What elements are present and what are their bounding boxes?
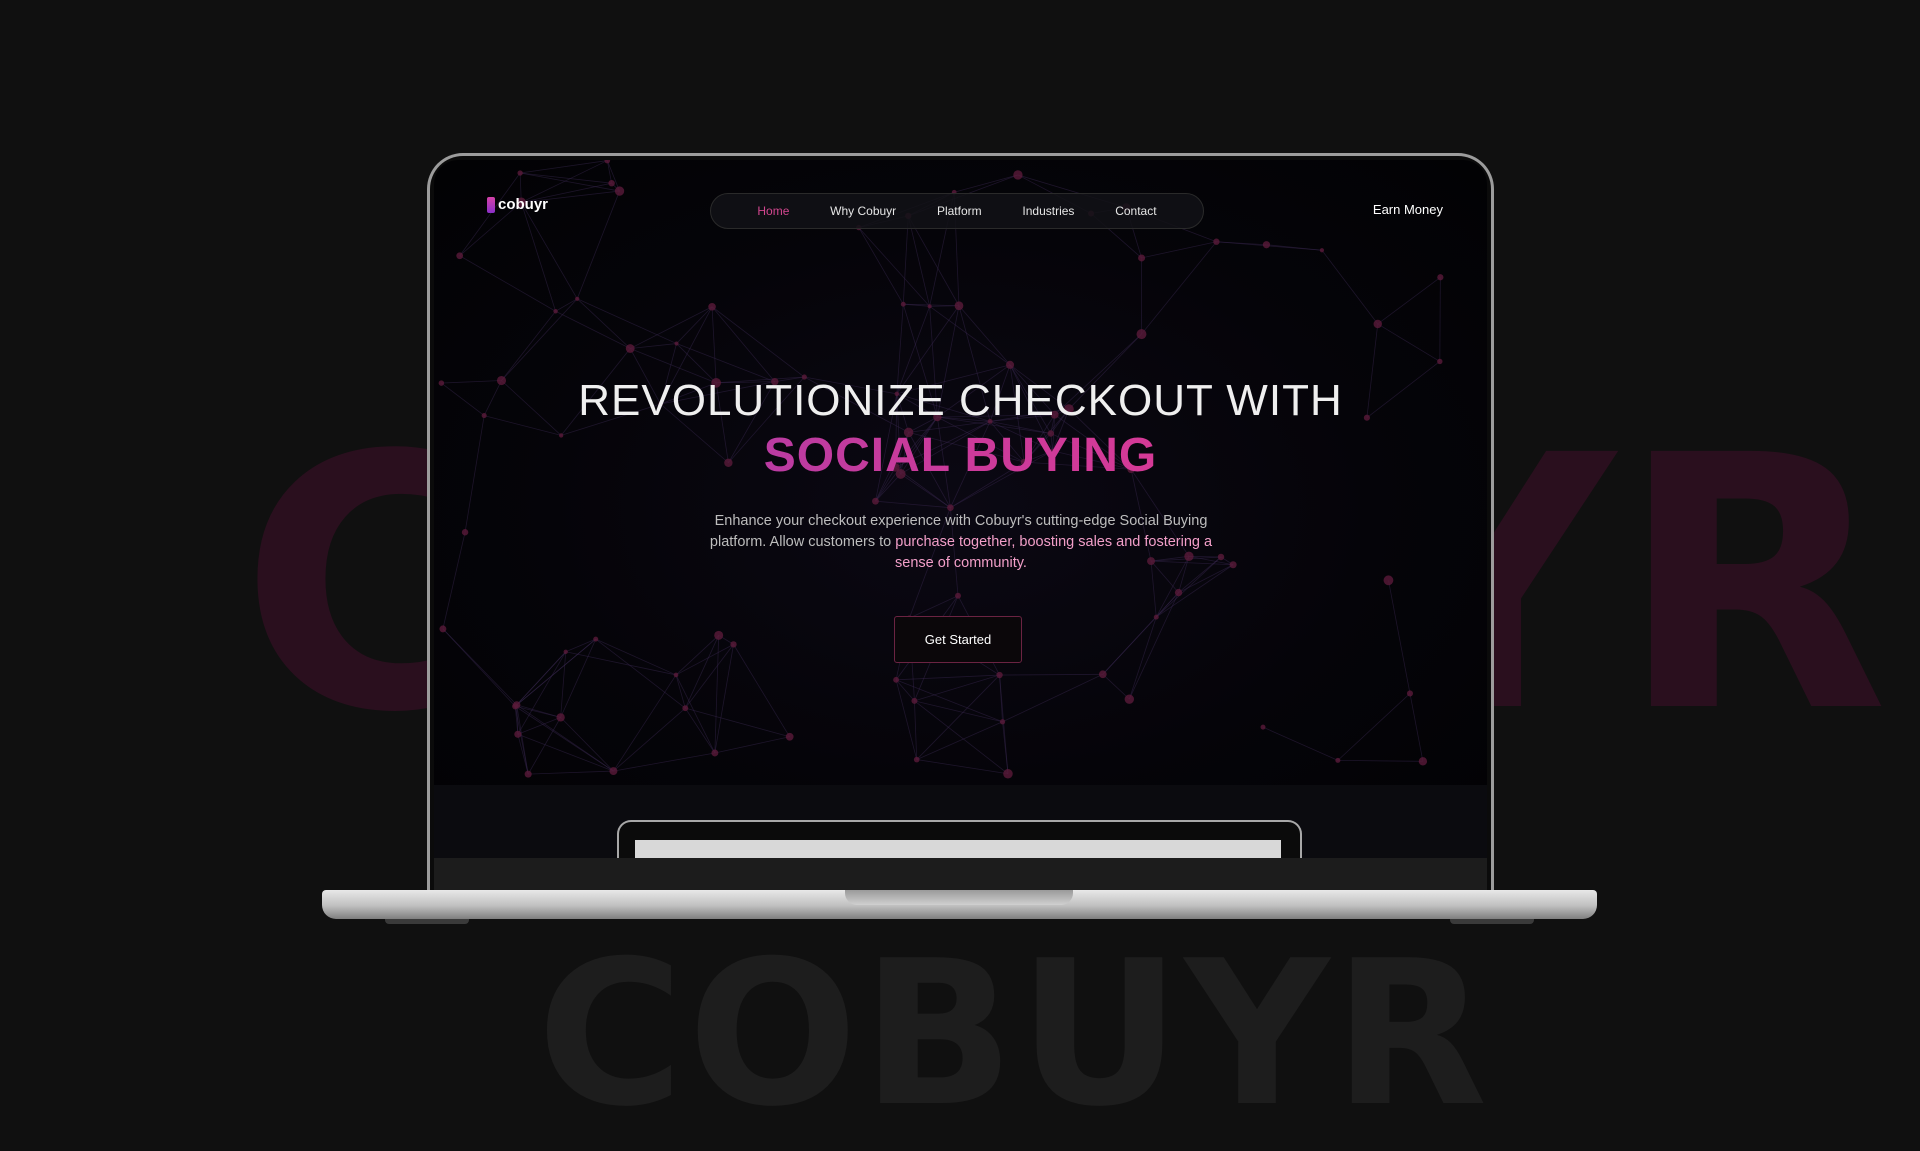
- background-brand-word-bottom: COBUYR: [537, 935, 1491, 1135]
- laptop-chin: [434, 858, 1487, 890]
- laptop-screen: cobuyr Home Why Cobuyr Platform Industri…: [434, 160, 1487, 858]
- preview-laptop-screen: [635, 840, 1281, 858]
- logo-icon: [487, 197, 495, 213]
- nav-item-platform[interactable]: Platform: [937, 204, 982, 218]
- earn-money-link[interactable]: Earn Money: [1373, 202, 1443, 217]
- hero-description: Enhance your checkout experience with Co…: [696, 511, 1226, 574]
- get-started-button[interactable]: Get Started: [894, 616, 1022, 663]
- nav-item-home[interactable]: Home: [757, 204, 789, 218]
- laptop-foot-left: [385, 919, 469, 924]
- main-nav: Home Why Cobuyr Platform Industries Cont…: [710, 193, 1204, 229]
- logo-text: cobuyr: [498, 196, 548, 213]
- hero-description-highlight: purchase together, boosting sales and fo…: [895, 534, 1212, 571]
- logo[interactable]: cobuyr: [487, 196, 548, 213]
- hero-title: REVOLUTIONIZE CHECKOUT WITH: [434, 375, 1487, 427]
- laptop-notch: [845, 890, 1073, 905]
- laptop-foot-right: [1450, 919, 1534, 924]
- nav-item-why-cobuyr[interactable]: Why Cobuyr: [830, 204, 896, 218]
- hero-title-highlight: SOCIAL BUYING: [434, 428, 1487, 484]
- nav-item-contact[interactable]: Contact: [1115, 204, 1156, 218]
- nav-item-industries[interactable]: Industries: [1022, 204, 1074, 218]
